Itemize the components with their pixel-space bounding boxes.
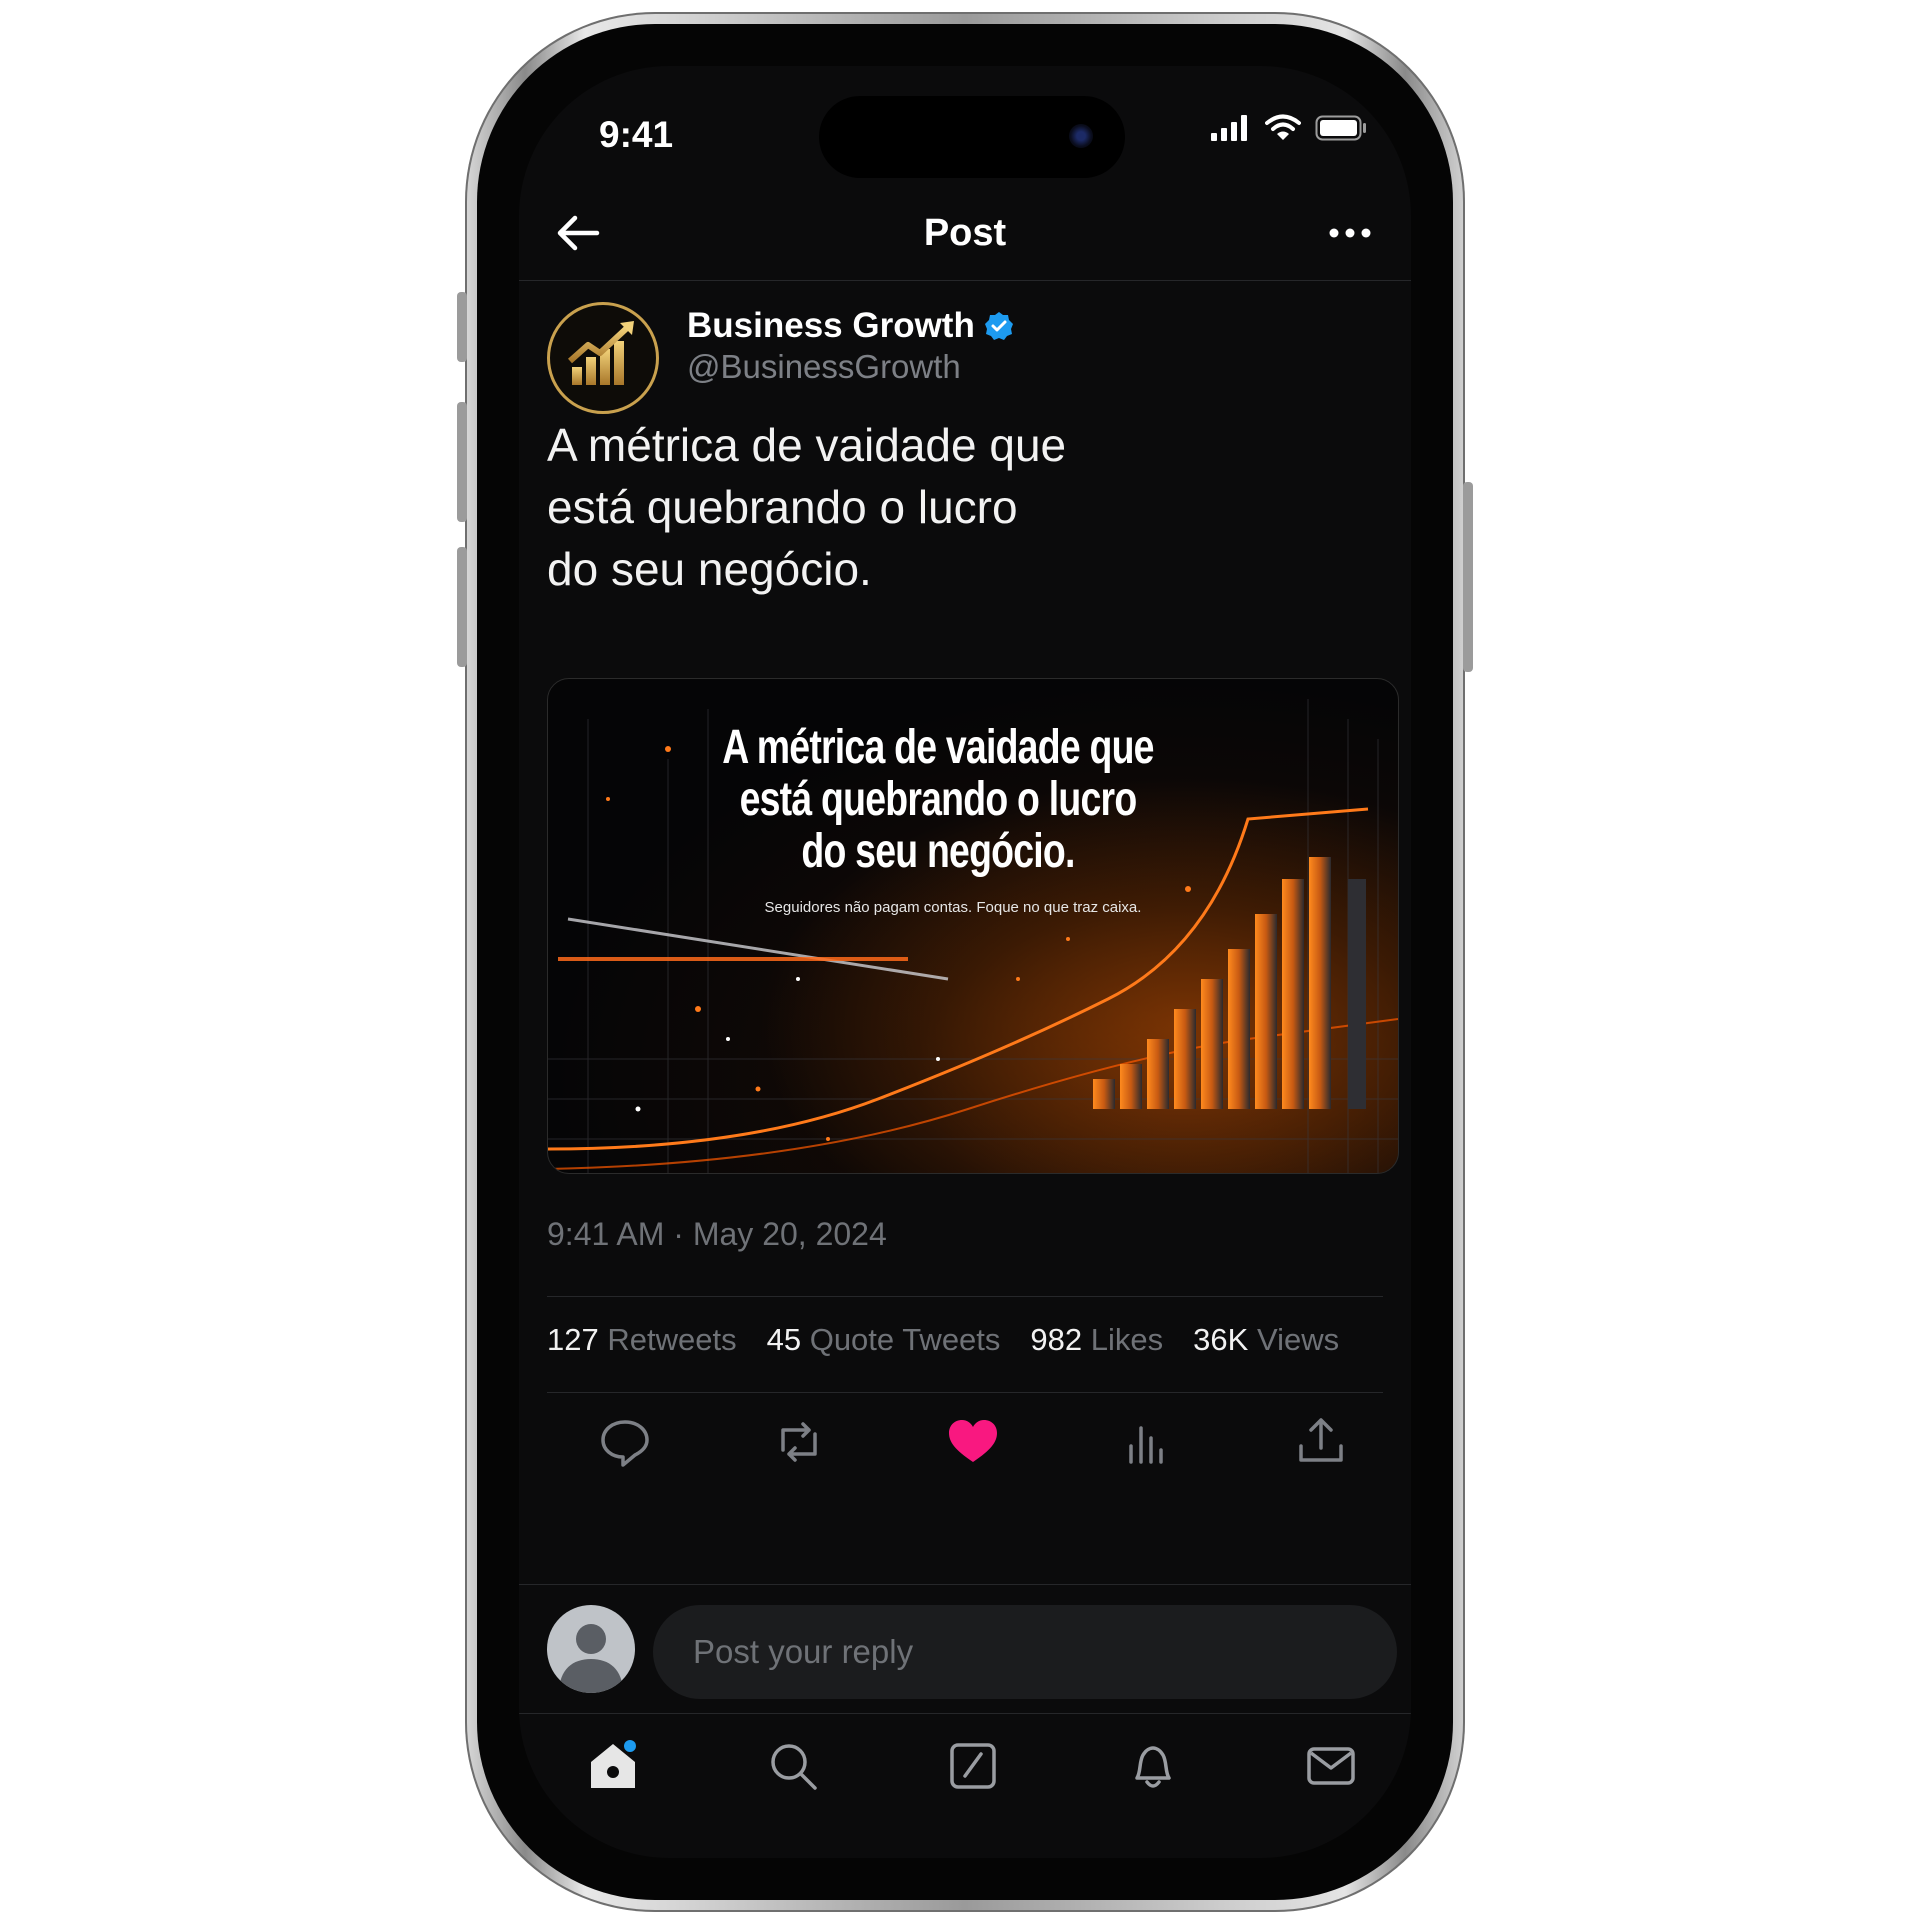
divider — [547, 1392, 1383, 1393]
post-text-line: A métrica de vaidade que — [547, 419, 1067, 471]
reply-input[interactable] — [653, 1605, 1397, 1699]
stat-count: 45 — [766, 1322, 802, 1357]
stat-views[interactable]: 36K Views — [1193, 1322, 1339, 1358]
author-name-text: Business Growth — [687, 306, 975, 345]
post-text: A métrica de vaidade que está quebrando … — [547, 414, 1267, 600]
notification-dot — [624, 1740, 636, 1752]
default-user-icon — [559, 1624, 623, 1693]
camera-icon — [1069, 124, 1093, 148]
post-text-line: do seu negócio. — [547, 543, 872, 595]
user-avatar[interactable] — [547, 1605, 635, 1693]
action-button — [457, 292, 467, 362]
wifi-icon — [1265, 114, 1301, 140]
stat-retweets[interactable]: 127 Retweets — [547, 1322, 737, 1358]
post-media-image[interactable]: A métrica de vaidade que está quebrando … — [547, 678, 1399, 1174]
analytics-icon[interactable] — [1119, 1414, 1175, 1470]
media-headline-line: do seu negócio. — [801, 825, 1075, 878]
share-icon[interactable] — [1293, 1414, 1349, 1470]
volume-down-button — [457, 547, 467, 667]
stat-label: Likes — [1090, 1322, 1164, 1357]
author-avatar[interactable] — [547, 302, 659, 414]
stat-label: Views — [1256, 1322, 1340, 1357]
power-button — [1463, 482, 1473, 672]
author-name[interactable]: Business Growth — [687, 306, 1015, 346]
reply-composer — [519, 1584, 1411, 1714]
search-icon[interactable] — [765, 1738, 821, 1794]
mail-icon[interactable] — [1303, 1738, 1359, 1794]
post-timestamp: 9:41 AM · May 20, 2024 — [547, 1216, 887, 1252]
compose-icon[interactable] — [945, 1738, 1001, 1794]
media-headline-line: A métrica de vaidade que — [722, 721, 1154, 774]
status-icons — [1211, 114, 1367, 142]
author-handle[interactable]: @BusinessGrowth — [687, 348, 961, 386]
phone-frame: 9:41 Post Business Growth @BusinessGrowt… — [457, 12, 1473, 1912]
bottom-tab-bar — [519, 1712, 1411, 1812]
stat-count: 36K — [1193, 1322, 1249, 1357]
retweet-icon[interactable] — [771, 1414, 827, 1470]
more-options-icon[interactable] — [1325, 208, 1375, 258]
stat-label: Retweets — [607, 1322, 737, 1357]
page-title: Post — [923, 212, 1007, 254]
bezel: 9:41 Post Business Growth @BusinessGrowt… — [477, 24, 1453, 1900]
cellular-signal-icon — [1211, 115, 1247, 141]
stat-label: Quote Tweets — [809, 1322, 1001, 1357]
comment-icon[interactable] — [597, 1414, 653, 1470]
dynamic-island — [819, 96, 1125, 178]
heart-icon[interactable] — [945, 1414, 1001, 1470]
post-actions-bar — [519, 1402, 1411, 1482]
top-navigation: Post — [519, 186, 1411, 281]
status-time: 9:41 — [599, 114, 674, 155]
growth-chart-logo-icon — [568, 321, 634, 385]
post-text-line: está quebrando o lucro — [547, 481, 1018, 533]
media-subtitle: Seguidores não pagam contas. Foque no qu… — [764, 899, 1142, 916]
stat-likes[interactable]: 982 Likes — [1030, 1322, 1163, 1358]
verified-badge-icon — [984, 312, 1013, 340]
stat-count: 982 — [1030, 1322, 1083, 1357]
bell-icon[interactable] — [1125, 1738, 1181, 1794]
volume-up-button — [457, 402, 467, 522]
media-headline-line: está quebrando o lucro — [739, 773, 1138, 826]
battery-icon — [1315, 115, 1366, 141]
home-icon[interactable] — [585, 1738, 641, 1794]
divider — [547, 1296, 1383, 1297]
stat-count: 127 — [547, 1322, 599, 1357]
stat-quote-tweets[interactable]: 45 Quote Tweets — [767, 1322, 1001, 1358]
screen: 9:41 Post Business Growth @BusinessGrowt… — [519, 66, 1411, 1858]
post-stats: 127 Retweets 45 Quote Tweets 982 Likes 3… — [547, 1322, 1339, 1358]
